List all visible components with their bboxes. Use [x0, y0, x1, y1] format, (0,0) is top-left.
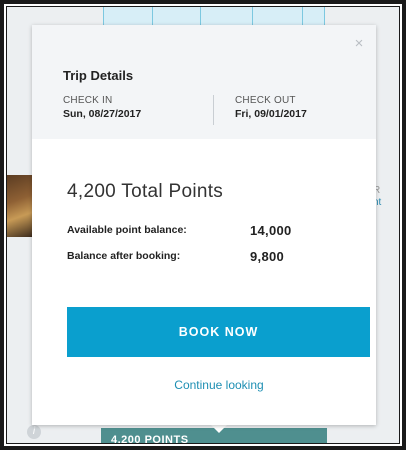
pointer-arrow	[211, 425, 227, 433]
continue-looking-link[interactable]: Continue looking	[32, 378, 399, 392]
available-balance-row: Available point balance: 14,000	[67, 223, 291, 238]
modal-header: × Trip Details CHECK IN Sun, 08/27/2017 …	[32, 25, 376, 139]
check-in: CHECK IN Sun, 08/27/2017	[63, 95, 141, 120]
available-balance-label: Available point balance:	[67, 224, 187, 236]
hotel-photo	[7, 175, 33, 237]
close-icon[interactable]: ×	[352, 36, 366, 51]
info-icon[interactable]: i	[27, 425, 41, 439]
check-out: CHECK OUT Fri, 09/01/2017	[235, 95, 307, 120]
date-divider	[213, 95, 214, 125]
after-booking-row: Balance after booking: 9,800	[67, 249, 284, 264]
screen: R nt i 4,200 POINTS × Trip Details CHECK…	[6, 6, 400, 444]
check-in-label: CHECK IN	[63, 95, 113, 106]
trip-details-modal: × Trip Details CHECK IN Sun, 08/27/2017 …	[32, 25, 376, 425]
available-balance-value: 14,000	[250, 223, 292, 238]
check-out-date: Fri, 09/01/2017	[235, 108, 307, 120]
check-out-label: CHECK OUT	[235, 95, 296, 106]
after-booking-label: Balance after booking:	[67, 250, 181, 262]
after-booking-value: 9,800	[250, 249, 285, 264]
total-points: 4,200 Total Points	[67, 181, 224, 202]
book-now-button[interactable]: BOOK NOW	[67, 307, 370, 357]
modal-title: Trip Details	[63, 68, 134, 83]
check-in-date: Sun, 08/27/2017	[63, 108, 142, 120]
